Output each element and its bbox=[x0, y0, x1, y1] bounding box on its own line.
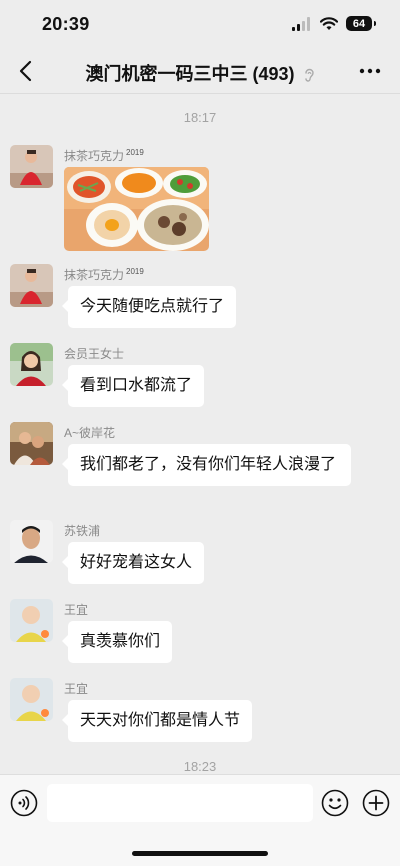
avatar[interactable] bbox=[10, 343, 53, 386]
sender-name: 抹茶巧克力 2019 bbox=[64, 266, 144, 283]
back-arrow-icon[interactable] bbox=[14, 58, 40, 84]
emoji-icon[interactable] bbox=[321, 789, 349, 817]
message-bubble[interactable]: 今天随便吃点就行了 bbox=[61, 286, 237, 328]
more-options-icon[interactable] bbox=[356, 60, 384, 82]
message-item: A~彼岸花 我们都老了，没有你们年轻人浪漫了 bbox=[0, 422, 400, 512]
plus-icon[interactable] bbox=[362, 789, 390, 817]
avatar[interactable] bbox=[10, 145, 53, 188]
food-photo[interactable] bbox=[64, 167, 209, 251]
sender-name: 抹茶巧克力 2019 bbox=[64, 147, 144, 164]
status-time: 20:39 bbox=[42, 14, 90, 34]
sender-name: 王宜 bbox=[64, 603, 89, 617]
chat-title: 澳门机密一码三中三 (493) bbox=[60, 60, 340, 86]
message-bubble[interactable]: 天天对你们都是情人节 bbox=[61, 700, 253, 742]
timestamp: 18:17 bbox=[183, 110, 217, 125]
chat-header: 澳门机密一码三中三 (493) bbox=[0, 48, 400, 94]
message-item: 抹茶巧克力 2019 今天随便吃点就行了 bbox=[0, 264, 400, 328]
message-item: 抹茶巧克力 2019 bbox=[0, 145, 400, 255]
message-list[interactable]: 18:17 抹茶巧克力 2019 抹茶巧克力 2019 今天随便吃点就行了 会员… bbox=[0, 94, 400, 774]
signal-icon bbox=[292, 16, 310, 31]
avatar[interactable] bbox=[10, 599, 53, 642]
message-bubble[interactable]: 真羡慕你们 bbox=[61, 621, 173, 663]
message-input[interactable] bbox=[47, 784, 313, 822]
timestamp: 18:23 bbox=[183, 759, 217, 774]
sender-name: 王宜 bbox=[64, 682, 89, 696]
message-item: 王宜 天天对你们都是情人节 bbox=[0, 678, 400, 742]
message-item: 王宜 真羡慕你们 bbox=[0, 599, 400, 663]
avatar[interactable] bbox=[10, 264, 53, 307]
message-bubble[interactable]: 好好宠着这女人 bbox=[61, 542, 205, 584]
home-indicator bbox=[132, 851, 268, 856]
sender-name: A~彼岸花 bbox=[64, 426, 116, 440]
battery-icon: 64 bbox=[346, 16, 376, 31]
avatar[interactable] bbox=[10, 520, 53, 563]
sender-badge: 2019 bbox=[126, 148, 144, 157]
sender-name: 会员王女士 bbox=[64, 347, 125, 361]
avatar[interactable] bbox=[10, 678, 53, 721]
status-bar: 20:39 64 bbox=[0, 0, 400, 48]
status-icons: 64 bbox=[292, 16, 376, 31]
sender-name-text: 抹茶巧克力 bbox=[64, 149, 125, 163]
message-bubble[interactable]: 我们都老了，没有你们年轻人浪漫了 bbox=[62, 444, 351, 486]
avatar[interactable] bbox=[10, 422, 53, 465]
chat-title-text: 澳门机密一码三中三 (493) bbox=[85, 64, 295, 84]
sender-name-text: 抹茶巧克力 bbox=[64, 268, 125, 282]
sender-name: 苏铁浦 bbox=[64, 524, 101, 538]
wifi-icon bbox=[320, 16, 338, 30]
voice-icon[interactable] bbox=[10, 789, 38, 817]
message-item: 苏铁浦 好好宠着这女人 bbox=[0, 520, 400, 584]
sender-badge: 2019 bbox=[126, 267, 144, 276]
mute-ear-icon bbox=[304, 69, 314, 82]
message-bubble[interactable]: 看到口水都流了 bbox=[61, 365, 205, 407]
message-item: 会员王女士 看到口水都流了 bbox=[0, 343, 400, 407]
